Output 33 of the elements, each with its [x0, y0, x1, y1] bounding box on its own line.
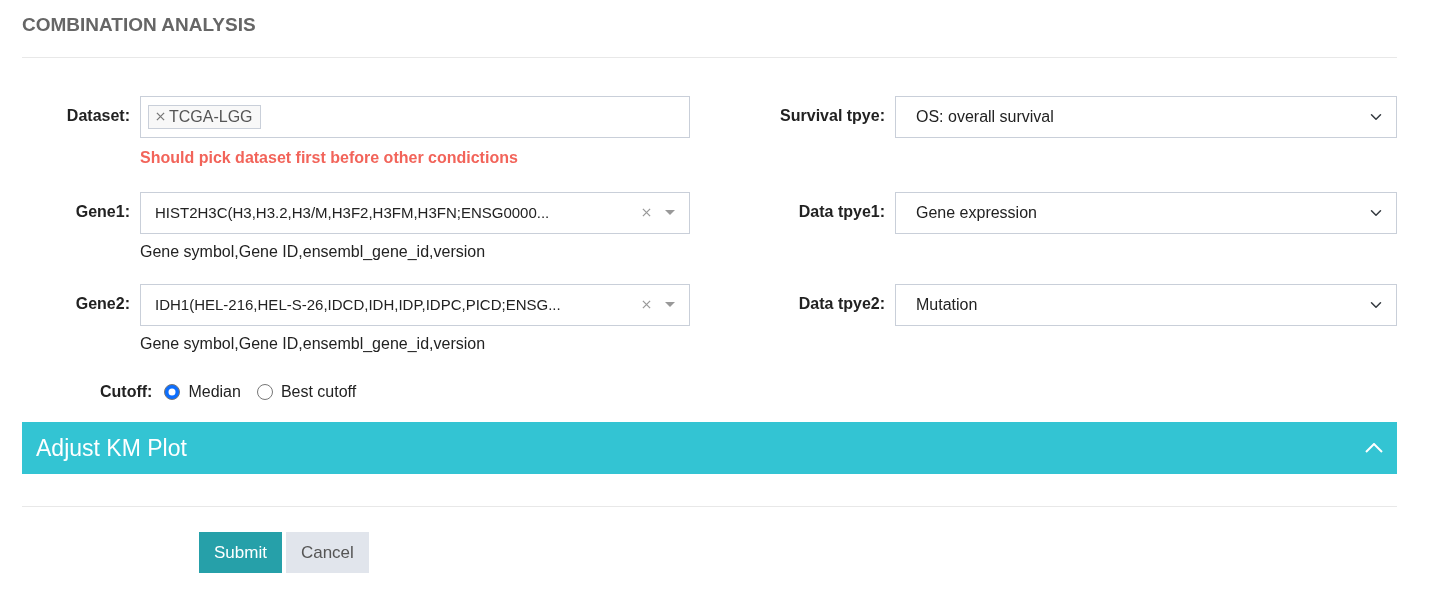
survival-type-select[interactable]: OS: overall survival [895, 95, 1397, 138]
cancel-button[interactable]: Cancel [285, 531, 369, 574]
radio-label[interactable]: Median [188, 379, 241, 404]
chevron-up-icon[interactable] [1365, 442, 1383, 453]
gene-select[interactable]: HIST2H3C(H3,H3.2,H3/M,H3F2,H3FM,H3FN;ENSG0000... [140, 191, 690, 234]
dataset-tag[interactable]: TCGA-LGG [148, 104, 261, 129]
page-title: COMBINATION ANALYSIS [22, 0, 1397, 58]
data-type-select[interactable]: Gene expression [895, 191, 1397, 234]
field-label: Dataset: [66, 105, 130, 126]
clear-icon[interactable] [642, 300, 651, 310]
tag-label: TCGA-LGG [169, 106, 253, 127]
field-label: Survival tpye: [780, 105, 885, 126]
data-type-select[interactable]: Mutation [895, 283, 1397, 326]
selected-gene: HIST2H3C(H3,H3.2,H3/M,H3F2,H3FM,H3FN;ENSG0000... [154, 202, 551, 223]
clear-icon[interactable] [642, 208, 651, 218]
help-text: Gene symbol,Gene ID,ensembl_gene_id,version [140, 241, 487, 262]
panel-title: Adjust KM Plot [36, 433, 187, 463]
help-text: Gene symbol,Gene ID,ensembl_gene_id,version [140, 333, 487, 354]
radio-label[interactable]: Best cutoff [280, 379, 357, 404]
radio-button[interactable] [164, 383, 181, 400]
field-label: Data tpye1: [798, 201, 885, 222]
cutoff-label: Cutoff: [100, 381, 153, 402]
dropdown-caret-icon [665, 210, 675, 216]
remove-icon[interactable] [156, 112, 165, 122]
selected-gene: IDH1(HEL-216,HEL-S-26,IDCD,IDH,IDP,IDPC,PICD;ENSG... [154, 294, 562, 315]
field-label: Data tpye2: [798, 293, 885, 314]
radio-button[interactable] [256, 383, 273, 400]
gene-select[interactable]: IDH1(HEL-216,HEL-S-26,IDCD,IDH,IDP,IDPC,PICD;ENSG... [140, 283, 690, 326]
dropdown-caret-icon [665, 302, 675, 308]
field-label: Gene2: [75, 293, 130, 314]
warning-message: Should pick dataset first before other condictions [140, 147, 519, 168]
dataset-field[interactable]: TCGA-LGG [140, 95, 690, 138]
field-label: Gene1: [75, 201, 130, 222]
